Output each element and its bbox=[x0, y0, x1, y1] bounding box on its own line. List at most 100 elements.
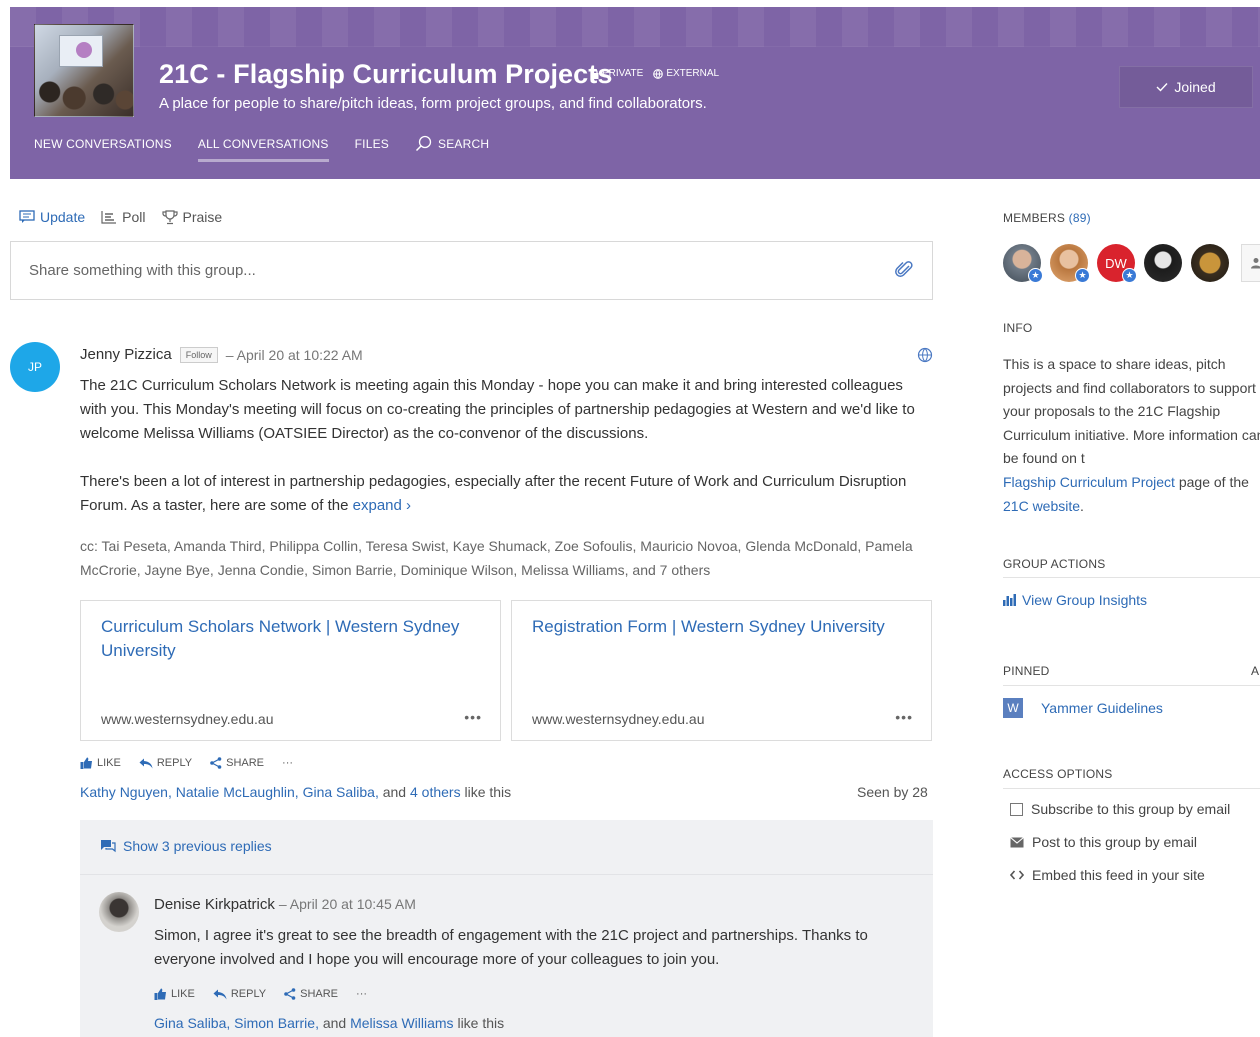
publisher-tab-praise[interactable]: Praise bbox=[161, 209, 222, 225]
members-label: MEMBERS bbox=[1003, 211, 1066, 225]
pinned-item[interactable]: W Yammer Guidelines bbox=[1003, 698, 1163, 718]
pinned-item-label: Yammer Guidelines bbox=[1041, 700, 1163, 716]
share-input[interactable]: Share something with this group... bbox=[10, 241, 933, 300]
link-card[interactable]: Registration Form | Western Sydney Unive… bbox=[511, 600, 932, 741]
tab-label: FILES bbox=[354, 136, 389, 151]
card-more-button[interactable]: ••• bbox=[895, 709, 913, 725]
more-actions-button[interactable]: ··· bbox=[356, 988, 367, 1000]
likes-last-name[interactable]: Melissa Williams bbox=[350, 1015, 453, 1031]
publisher-tabs: Update Poll Praise bbox=[19, 209, 222, 225]
view-group-insights-link[interactable]: View Group Insights bbox=[1003, 592, 1147, 608]
reply-author-name[interactable]: Denise Kirkpatrick bbox=[154, 896, 275, 913]
share-button[interactable]: SHARE bbox=[210, 757, 264, 769]
like-button[interactable]: LIKE bbox=[154, 988, 195, 1000]
message-text: There's been a lot of interest in partne… bbox=[80, 473, 907, 514]
members-count[interactable]: (89) bbox=[1069, 211, 1091, 225]
poll-label: Poll bbox=[122, 209, 146, 225]
publisher-tab-poll[interactable]: Poll bbox=[101, 209, 146, 225]
private-badge: PRIVATE bbox=[590, 68, 643, 79]
tab-files[interactable]: FILES bbox=[355, 137, 389, 162]
reply-header: Denise Kirkpatrick – April 20 at 10:45 A… bbox=[154, 896, 416, 913]
reply-author-avatar[interactable] bbox=[99, 892, 139, 932]
more-actions-button[interactable]: ··· bbox=[282, 757, 293, 769]
thumbs-up-icon bbox=[80, 757, 92, 769]
info-text-part: page of the bbox=[1174, 473, 1249, 490]
group-description: A place for people to share/pitch ideas,… bbox=[159, 95, 707, 112]
website-link[interactable]: 21C website bbox=[1003, 498, 1080, 514]
group-photo bbox=[34, 24, 134, 117]
member-avatar[interactable]: ★ bbox=[1050, 244, 1090, 283]
reply-button[interactable]: REPLY bbox=[213, 988, 266, 1000]
likes-names[interactable]: Kathy Nguyen, Natalie McLaughlin, Gina S… bbox=[80, 784, 379, 800]
message-body: The 21C Curriculum Scholars Network is m… bbox=[80, 374, 915, 542]
tab-label: SEARCH bbox=[437, 136, 490, 151]
photo-audience bbox=[35, 76, 133, 116]
info-text-part: This is a space to share ideas, pitch pr… bbox=[1003, 356, 1260, 467]
word-doc-icon: W bbox=[1003, 698, 1023, 718]
attachment-icon[interactable] bbox=[894, 260, 914, 280]
like-button[interactable]: LIKE bbox=[80, 757, 121, 769]
link-card[interactable]: Curriculum Scholars Network | Western Sy… bbox=[80, 600, 501, 741]
group-actions-heading: GROUP ACTIONS bbox=[1003, 557, 1106, 571]
reply-actions: LIKE REPLY SHARE ··· bbox=[154, 988, 367, 1000]
star-icon: ★ bbox=[1075, 268, 1090, 283]
reply-label: REPLY bbox=[156, 757, 193, 769]
embed-feed-option[interactable]: Embed this feed in your site bbox=[1010, 867, 1205, 883]
tab-all-conversations[interactable]: ALL CONVERSATIONS bbox=[197, 136, 329, 162]
likes-and: and bbox=[378, 784, 410, 800]
card-more-button[interactable]: ••• bbox=[464, 709, 482, 725]
likes-others-link[interactable]: 4 others bbox=[410, 784, 461, 800]
share-placeholder: Share something with this group... bbox=[29, 262, 256, 279]
share-label: SHARE bbox=[300, 988, 339, 1000]
share-button[interactable]: SHARE bbox=[284, 988, 338, 1000]
info-text: This is a space to share ideas, pitch pr… bbox=[1003, 353, 1260, 518]
message-timestamp[interactable]: – April 20 at 10:22 AM bbox=[226, 347, 363, 363]
joined-button[interactable]: Joined bbox=[1119, 66, 1253, 108]
reply-button[interactable]: REPLY bbox=[139, 757, 192, 769]
member-avatar[interactable]: DW ★ bbox=[1097, 244, 1137, 283]
access-label: Embed this feed in your site bbox=[1032, 867, 1205, 883]
message-header: Jenny Pizzica Follow – April 20 at 10:22… bbox=[80, 346, 363, 363]
member-avatar[interactable] bbox=[1144, 244, 1182, 282]
card-title[interactable]: Registration Form | Western Sydney Unive… bbox=[532, 615, 912, 639]
show-previous-replies-button[interactable]: Show 3 previous replies bbox=[100, 838, 272, 854]
follow-button[interactable]: Follow bbox=[179, 346, 218, 363]
star-icon: ★ bbox=[1028, 268, 1043, 283]
private-label: PRIVATE bbox=[602, 68, 644, 79]
pinned-heading: PINNED bbox=[1003, 664, 1050, 678]
globe-icon bbox=[917, 347, 933, 363]
flagship-project-link[interactable]: Flagship Curriculum Project bbox=[1003, 474, 1175, 490]
expand-link[interactable]: expand › bbox=[353, 497, 411, 514]
group-badges: PRIVATE EXTERNAL bbox=[590, 68, 719, 79]
subscribe-checkbox[interactable] bbox=[1010, 802, 1023, 816]
group-header: 21C - Flagship Curriculum Projects PRIVA… bbox=[10, 7, 1260, 179]
tab-new-conversations[interactable]: NEW CONVERSATIONS bbox=[34, 137, 172, 162]
lock-icon bbox=[590, 68, 599, 79]
header-pattern bbox=[10, 7, 1260, 47]
member-avatar[interactable]: ★ bbox=[1003, 244, 1043, 283]
joined-label: Joined bbox=[1174, 79, 1216, 95]
more-members-button[interactable] bbox=[1241, 244, 1260, 282]
member-avatar[interactable] bbox=[1191, 244, 1229, 282]
card-title[interactable]: Curriculum Scholars Network | Western Sy… bbox=[101, 615, 481, 663]
tab-search[interactable]: SEARCH bbox=[415, 135, 489, 163]
likes-names[interactable]: Gina Saliba, Simon Barrie, bbox=[154, 1015, 319, 1031]
tab-label: ALL CONVERSATIONS bbox=[197, 136, 329, 151]
like-label: LIKE bbox=[171, 988, 195, 1000]
reply-timestamp[interactable]: – April 20 at 10:45 AM bbox=[279, 896, 416, 913]
like-label: LIKE bbox=[97, 757, 121, 769]
card-url: www.westernsydney.edu.au bbox=[101, 711, 274, 727]
share-icon bbox=[284, 988, 296, 1000]
external-label: EXTERNAL bbox=[666, 68, 720, 79]
author-name[interactable]: Jenny Pizzica bbox=[80, 346, 172, 363]
reply-label: REPLY bbox=[230, 988, 267, 1000]
reply-icon bbox=[139, 758, 153, 768]
author-avatar[interactable]: JP bbox=[10, 342, 60, 392]
divider bbox=[1003, 788, 1260, 789]
publisher-tab-update[interactable]: Update bbox=[19, 209, 85, 225]
subscribe-by-email-option[interactable]: Subscribe to this group by email bbox=[1010, 801, 1230, 817]
pinned-add-button[interactable]: A bbox=[1251, 664, 1259, 678]
seen-count[interactable]: Seen by 28 bbox=[857, 784, 928, 800]
post-by-email-option[interactable]: Post to this group by email bbox=[1010, 834, 1197, 850]
members-heading: MEMBERS (89) bbox=[1003, 211, 1091, 225]
